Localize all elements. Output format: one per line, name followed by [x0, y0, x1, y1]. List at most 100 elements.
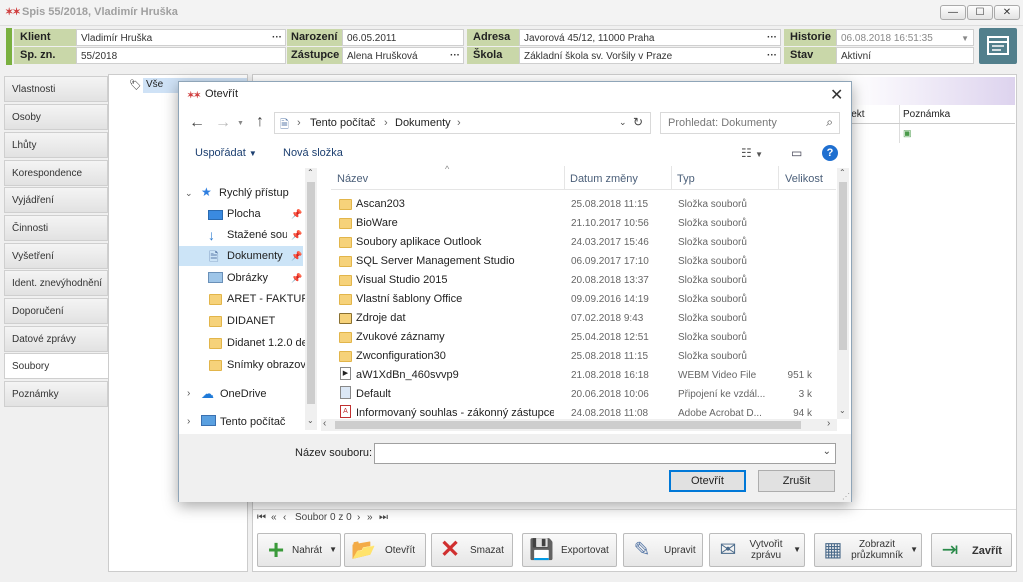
adresa-field[interactable]: Javorová 45/12, 11000 Praha ···	[519, 29, 781, 46]
file-name[interactable]: Soubory aplikace Outlook	[356, 236, 481, 248]
file-name[interactable]: SQL Server Management Studio	[356, 255, 515, 267]
organize-menu-button[interactable]: Uspořádat ▼	[195, 147, 257, 159]
nav-item-cinnosti[interactable]: Činnosti	[4, 215, 108, 241]
exportovat-button[interactable]: 💾 Exportovat	[522, 533, 617, 567]
file-name[interactable]: Vlastní šablony Office	[356, 293, 462, 305]
nav-item-lhuty[interactable]: Lhůty	[4, 132, 108, 158]
search-box[interactable]: Prohledat: Dokumenty ⌕	[660, 112, 840, 134]
pager-prev-button[interactable]: ‹	[283, 510, 286, 525]
nahrat-button[interactable]: + Nahrát ▼	[257, 533, 341, 567]
dialog-close-icon[interactable]: ✕	[830, 85, 843, 105]
breadcrumb-tento-pocitac[interactable]: Tento počítač	[310, 117, 375, 129]
nav-item-poznamky[interactable]: Poznámky	[4, 381, 108, 407]
refresh-icon[interactable]: ↻	[633, 115, 643, 129]
nav-item-doporuceni[interactable]: Doporučení	[4, 298, 108, 324]
file-name[interactable]: Zdroje dat	[356, 312, 406, 324]
scroll-up-icon[interactable]: ⌃	[839, 168, 846, 177]
recent-chevron-icon[interactable]: ▼	[237, 120, 244, 127]
vytvorit-dropdown-icon[interactable]: ▼	[793, 545, 801, 554]
up-arrow-icon[interactable]: ↑	[256, 113, 264, 131]
file-name[interactable]: Ascan203	[356, 198, 405, 210]
skola-browse-button[interactable]: ···	[767, 48, 777, 63]
file-list-scroll-thumb[interactable]	[839, 182, 847, 350]
historie-value: 06.08.2018 16:51:35	[841, 33, 933, 44]
adresa-browse-button[interactable]: ···	[767, 30, 777, 45]
pager-next-page-button[interactable]: »	[367, 510, 373, 525]
filename-input[interactable]: ⌄	[374, 443, 836, 464]
column-size[interactable]: Velikost	[785, 173, 823, 185]
open-button[interactable]: Otevřít	[669, 470, 746, 492]
skola-field[interactable]: Základní škola sv. Voršily v Praze ···	[519, 47, 781, 64]
export-icon: 💾	[529, 539, 554, 561]
file-list-vscrollbar[interactable]: ⌃ ⌄	[837, 168, 849, 419]
new-folder-button[interactable]: Nová složka	[283, 147, 343, 159]
zobrazit-dropdown-icon[interactable]: ▼	[910, 545, 918, 554]
file-name[interactable]: Zvukové záznamy	[356, 331, 445, 343]
pager-last-button[interactable]: ⏭	[379, 510, 388, 525]
address-dropdown-icon[interactable]: ⌄	[619, 117, 627, 128]
nav-item-osoby[interactable]: Osoby	[4, 104, 108, 130]
nav-item-vyjadreni[interactable]: Vyjádření	[4, 187, 108, 213]
file-list-hscrollbar[interactable]: ‹ ›	[321, 418, 837, 431]
historie-select[interactable]: 06.08.2018 16:51:35 ▼	[836, 29, 974, 46]
header-panel-button[interactable]	[979, 28, 1017, 64]
file-date: 24.03.2017 15:46	[571, 237, 649, 248]
upravit-button[interactable]: ✎ Upravit	[623, 533, 703, 567]
close-window-button[interactable]: ✕	[994, 5, 1020, 20]
column-header-note[interactable]: Poznámka	[903, 109, 950, 120]
nav-item-vysetreni[interactable]: Vyšetření	[4, 243, 108, 269]
pager-first-button[interactable]: ⏮	[257, 510, 266, 525]
file-size: 94 k	[793, 408, 812, 419]
file-name[interactable]: aW1XdBn_460svvp9	[356, 369, 459, 381]
column-date[interactable]: Datum změny	[570, 173, 638, 185]
chevron-down-icon[interactable]: ⌄	[823, 446, 831, 457]
forward-arrow-icon[interactable]: →	[215, 114, 231, 132]
resize-grip-icon[interactable]: ⋰	[842, 492, 850, 501]
pager-next-button[interactable]: ›	[357, 510, 360, 525]
maximize-button[interactable]: ☐	[967, 5, 993, 20]
file-name[interactable]: Informovaný souhlas - zákonný zástupce_	[356, 407, 554, 419]
smazat-button[interactable]: ✕ Smazat	[431, 533, 513, 567]
column-type[interactable]: Typ	[677, 173, 695, 185]
zastupce-browse-button[interactable]: ···	[450, 48, 460, 63]
file-name[interactable]: Default	[356, 388, 391, 400]
file-date: 06.09.2017 17:10	[571, 256, 649, 267]
scroll-up-icon[interactable]: ⌃	[307, 168, 314, 177]
klient-browse-button[interactable]: ···	[272, 30, 282, 45]
file-name[interactable]: Zwconfiguration30	[356, 350, 446, 362]
remote-desktop-icon	[340, 386, 351, 399]
nav-item-korespondence[interactable]: Korespondence	[4, 160, 108, 186]
nav-item-ident-znevyhodneni[interactable]: Ident. znevýhodnění	[4, 270, 108, 296]
nahrat-dropdown-icon[interactable]: ▼	[329, 545, 337, 554]
address-bar[interactable]: 🗎 › Tento počítač › Dokumenty › ⌄ ↻	[274, 112, 651, 134]
vytvorit-zpravu-label: Vytvořit zprávu	[746, 539, 786, 561]
nav-item-soubory[interactable]: Soubory	[4, 353, 110, 379]
zobrazit-pruzkumnik-button[interactable]: ▦ Zobrazit průzkumník ▼	[814, 533, 922, 567]
otevrit-button[interactable]: 📂 Otevřít	[344, 533, 426, 567]
nav-item-datove-zpravy[interactable]: Datové zprávy	[4, 326, 108, 352]
vytvorit-zpravu-button[interactable]: ✉ Vytvořit zprávu ▼	[709, 533, 805, 567]
back-arrow-icon[interactable]: ←	[189, 114, 205, 132]
view-options-icon[interactable]: ☷ ▼	[741, 146, 763, 160]
file-name[interactable]: Visual Studio 2015	[356, 274, 448, 286]
file-name[interactable]: BioWare	[356, 217, 398, 229]
scroll-down-icon[interactable]: ⌄	[839, 406, 846, 415]
zavrit-button[interactable]: ⇥ Zavřít	[931, 533, 1012, 567]
breadcrumb-dokumenty[interactable]: Dokumenty	[395, 117, 451, 129]
cancel-button[interactable]: Zrušit	[758, 470, 835, 492]
minimize-button[interactable]: —	[940, 5, 966, 20]
file-type: Složka souborů	[678, 313, 747, 324]
column-name[interactable]: Název	[337, 173, 368, 185]
upravit-label: Upravit	[664, 545, 696, 556]
preview-pane-icon[interactable]: ▭	[791, 146, 802, 160]
file-type: Složka souborů	[678, 294, 747, 305]
scroll-right-icon[interactable]: ›	[827, 418, 830, 429]
pager-prev-page-button[interactable]: «	[271, 510, 277, 525]
scroll-left-icon[interactable]: ‹	[323, 418, 326, 429]
help-icon[interactable]: ?	[822, 145, 838, 161]
sort-indicator-icon: ^	[445, 164, 450, 174]
file-list-hscroll-thumb[interactable]	[335, 421, 801, 429]
nav-item-vlastnosti[interactable]: Vlastnosti	[4, 76, 108, 102]
zastupce-field[interactable]: Alena Hrušková ···	[342, 47, 464, 64]
klient-field[interactable]: Vladimír Hruška ···	[76, 29, 286, 46]
